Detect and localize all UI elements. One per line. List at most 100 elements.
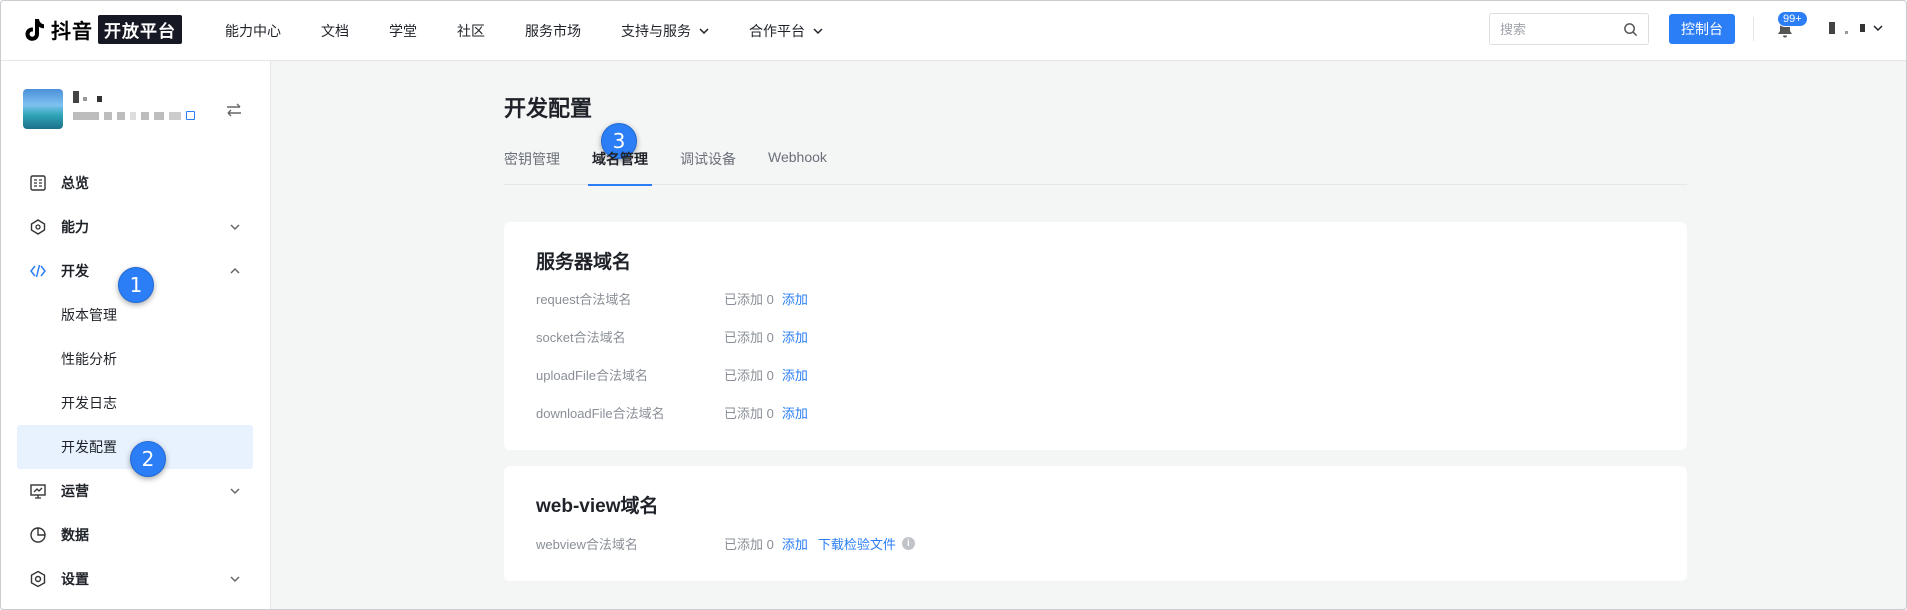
sidebar-item-data[interactable]: 数据 (17, 513, 253, 557)
domain-label: uploadFile合法域名 (536, 367, 648, 383)
brand-text: 抖音 (51, 20, 93, 43)
app-card (23, 89, 253, 133)
switch-app-icon[interactable] (225, 101, 243, 119)
domain-label: webview合法域名 (536, 536, 638, 552)
presentation-chart-icon (30, 484, 46, 499)
sidebar-item-label: 开发配置 (61, 439, 117, 455)
user-menu[interactable] (1829, 21, 1883, 34)
gear-icon (30, 570, 46, 588)
download-verify-file-link[interactable]: 下载检验文件 (818, 534, 896, 553)
sidebar-item-label: 数据 (61, 527, 89, 543)
nav-support[interactable]: 支持与服务 (621, 21, 709, 41)
app-window: 抖音 开放平台 能力中心 文档 学堂 社区 服务市场 支持与服务 合作平台 控制… (0, 0, 1907, 610)
sidebar-item-operation[interactable]: 运营 (17, 469, 253, 513)
copy-icon[interactable] (186, 111, 195, 120)
tab-debug-devices[interactable]: 调试设备 (680, 139, 736, 185)
domain-count: 已添加 0 (724, 405, 774, 421)
server-domain-card: 服务器域名 request合法域名 已添加 0 添加 socket合法域名 已添… (504, 222, 1687, 450)
domain-count: 已添加 0 (724, 536, 774, 552)
ability-icon (30, 219, 46, 235)
chevron-down-icon (230, 224, 240, 231)
nav-docs[interactable]: 文档 (321, 21, 349, 41)
domain-label: socket合法域名 (536, 329, 626, 345)
sidebar-item-label: 性能分析 (61, 351, 117, 367)
notification-badge: 99+ (1777, 11, 1808, 27)
card-title: 服务器域名 (536, 252, 632, 273)
nav-ability-center[interactable]: 能力中心 (225, 21, 281, 41)
brand-box-text: 开放平台 (98, 14, 182, 44)
info-icon[interactable]: i (901, 536, 915, 550)
domain-label: downloadFile合法域名 (536, 405, 665, 421)
search-box[interactable] (1489, 13, 1649, 45)
domain-count: 已添加 0 (724, 329, 774, 345)
add-domain-link[interactable]: 添加 (782, 365, 808, 384)
dashboard-icon (30, 175, 46, 191)
step-marker-2: 2 (130, 441, 166, 477)
domain-row: socket合法域名 已添加 0 添加 (536, 326, 818, 346)
sidebar-subitem-devlog[interactable]: 开发日志 (17, 381, 253, 425)
add-domain-link[interactable]: 添加 (782, 327, 808, 346)
nav-label: 服务市场 (525, 23, 581, 39)
nav-label: 合作平台 (749, 23, 805, 39)
domain-row: webview合法域名 已添加 0 添加 下载检验文件 i (536, 533, 915, 553)
nav-partner[interactable]: 合作平台 (749, 21, 823, 41)
add-domain-link[interactable]: 添加 (782, 289, 808, 308)
nav-label: 社区 (457, 23, 485, 39)
pie-chart-icon (30, 527, 46, 543)
username-blur (1860, 23, 1865, 32)
search-icon[interactable] (1623, 22, 1638, 37)
sidebar-item-label: 能力 (61, 219, 89, 235)
tab-key-management[interactable]: 密钥管理 (504, 139, 560, 185)
step-marker-1: 1 (118, 267, 154, 303)
add-domain-link[interactable]: 添加 (782, 534, 808, 553)
sidebar-item-label: 版本管理 (61, 307, 117, 323)
main-nav: 能力中心 文档 学堂 社区 服务市场 支持与服务 合作平台 (225, 1, 863, 61)
nav-label: 能力中心 (225, 23, 281, 39)
tab-domain-management[interactable]: 域名管理 (588, 139, 652, 186)
sidebar-item-label: 开发 (61, 263, 89, 279)
domain-label: request合法域名 (536, 291, 632, 307)
app-name-blurred (73, 91, 102, 103)
chevron-down-icon (1873, 24, 1883, 31)
sidebar-item-label: 总览 (61, 175, 89, 191)
chevron-down-icon (699, 28, 709, 35)
add-domain-link[interactable]: 添加 (782, 403, 808, 422)
username-blur (1845, 31, 1848, 34)
sidebar-item-label: 设置 (61, 571, 89, 587)
sidebar-item-overview[interactable]: 总览 (17, 161, 253, 205)
avatar (1829, 21, 1835, 34)
domain-row: downloadFile合法域名 已添加 0 添加 (536, 402, 818, 422)
tab-bar: 密钥管理 域名管理 调试设备 Webhook (504, 139, 1687, 186)
nav-community[interactable]: 社区 (457, 21, 485, 41)
nav-label: 学堂 (389, 23, 417, 39)
top-navbar: 抖音 开放平台 能力中心 文档 学堂 社区 服务市场 支持与服务 合作平台 控制… (1, 1, 1906, 61)
webview-domain-card: web-view域名 webview合法域名 已添加 0 添加 下载检验文件 i (504, 466, 1687, 581)
domain-count: 已添加 0 (724, 291, 774, 307)
sidebar-item-label: 开发日志 (61, 395, 117, 411)
app-avatar (23, 89, 63, 129)
tiktok-logo-icon (25, 19, 44, 41)
divider (1753, 17, 1754, 41)
chevron-down-icon (230, 576, 240, 583)
logo[interactable]: 抖音 开放平台 (21, 14, 182, 44)
app-id-blurred (73, 111, 195, 120)
domain-row: request合法域名 已添加 0 添加 (536, 288, 818, 308)
sidebar: 总览 能力 开发 版本管理 性能分析 开发日志 开发配置 运营 数据 设置 (1, 61, 271, 609)
sidebar-item-label: 运营 (61, 483, 89, 499)
domain-count: 已添加 0 (724, 367, 774, 383)
console-button[interactable]: 控制台 (1669, 14, 1735, 44)
chevron-down-icon (230, 488, 240, 495)
search-input[interactable] (1500, 21, 1620, 37)
sidebar-item-settings[interactable]: 设置 (17, 557, 253, 601)
nav-service-market[interactable]: 服务市场 (525, 21, 581, 41)
code-icon (30, 264, 46, 278)
domain-row: uploadFile合法域名 已添加 0 添加 (536, 364, 818, 384)
sidebar-subitem-performance[interactable]: 性能分析 (17, 337, 253, 381)
chevron-up-icon (230, 267, 240, 274)
chevron-down-icon (813, 28, 823, 35)
tab-webhook[interactable]: Webhook (768, 139, 827, 185)
nav-label: 支持与服务 (621, 23, 691, 39)
page-title: 开发配置 (504, 96, 593, 121)
sidebar-item-ability[interactable]: 能力 (17, 205, 253, 249)
nav-academy[interactable]: 学堂 (389, 21, 417, 41)
